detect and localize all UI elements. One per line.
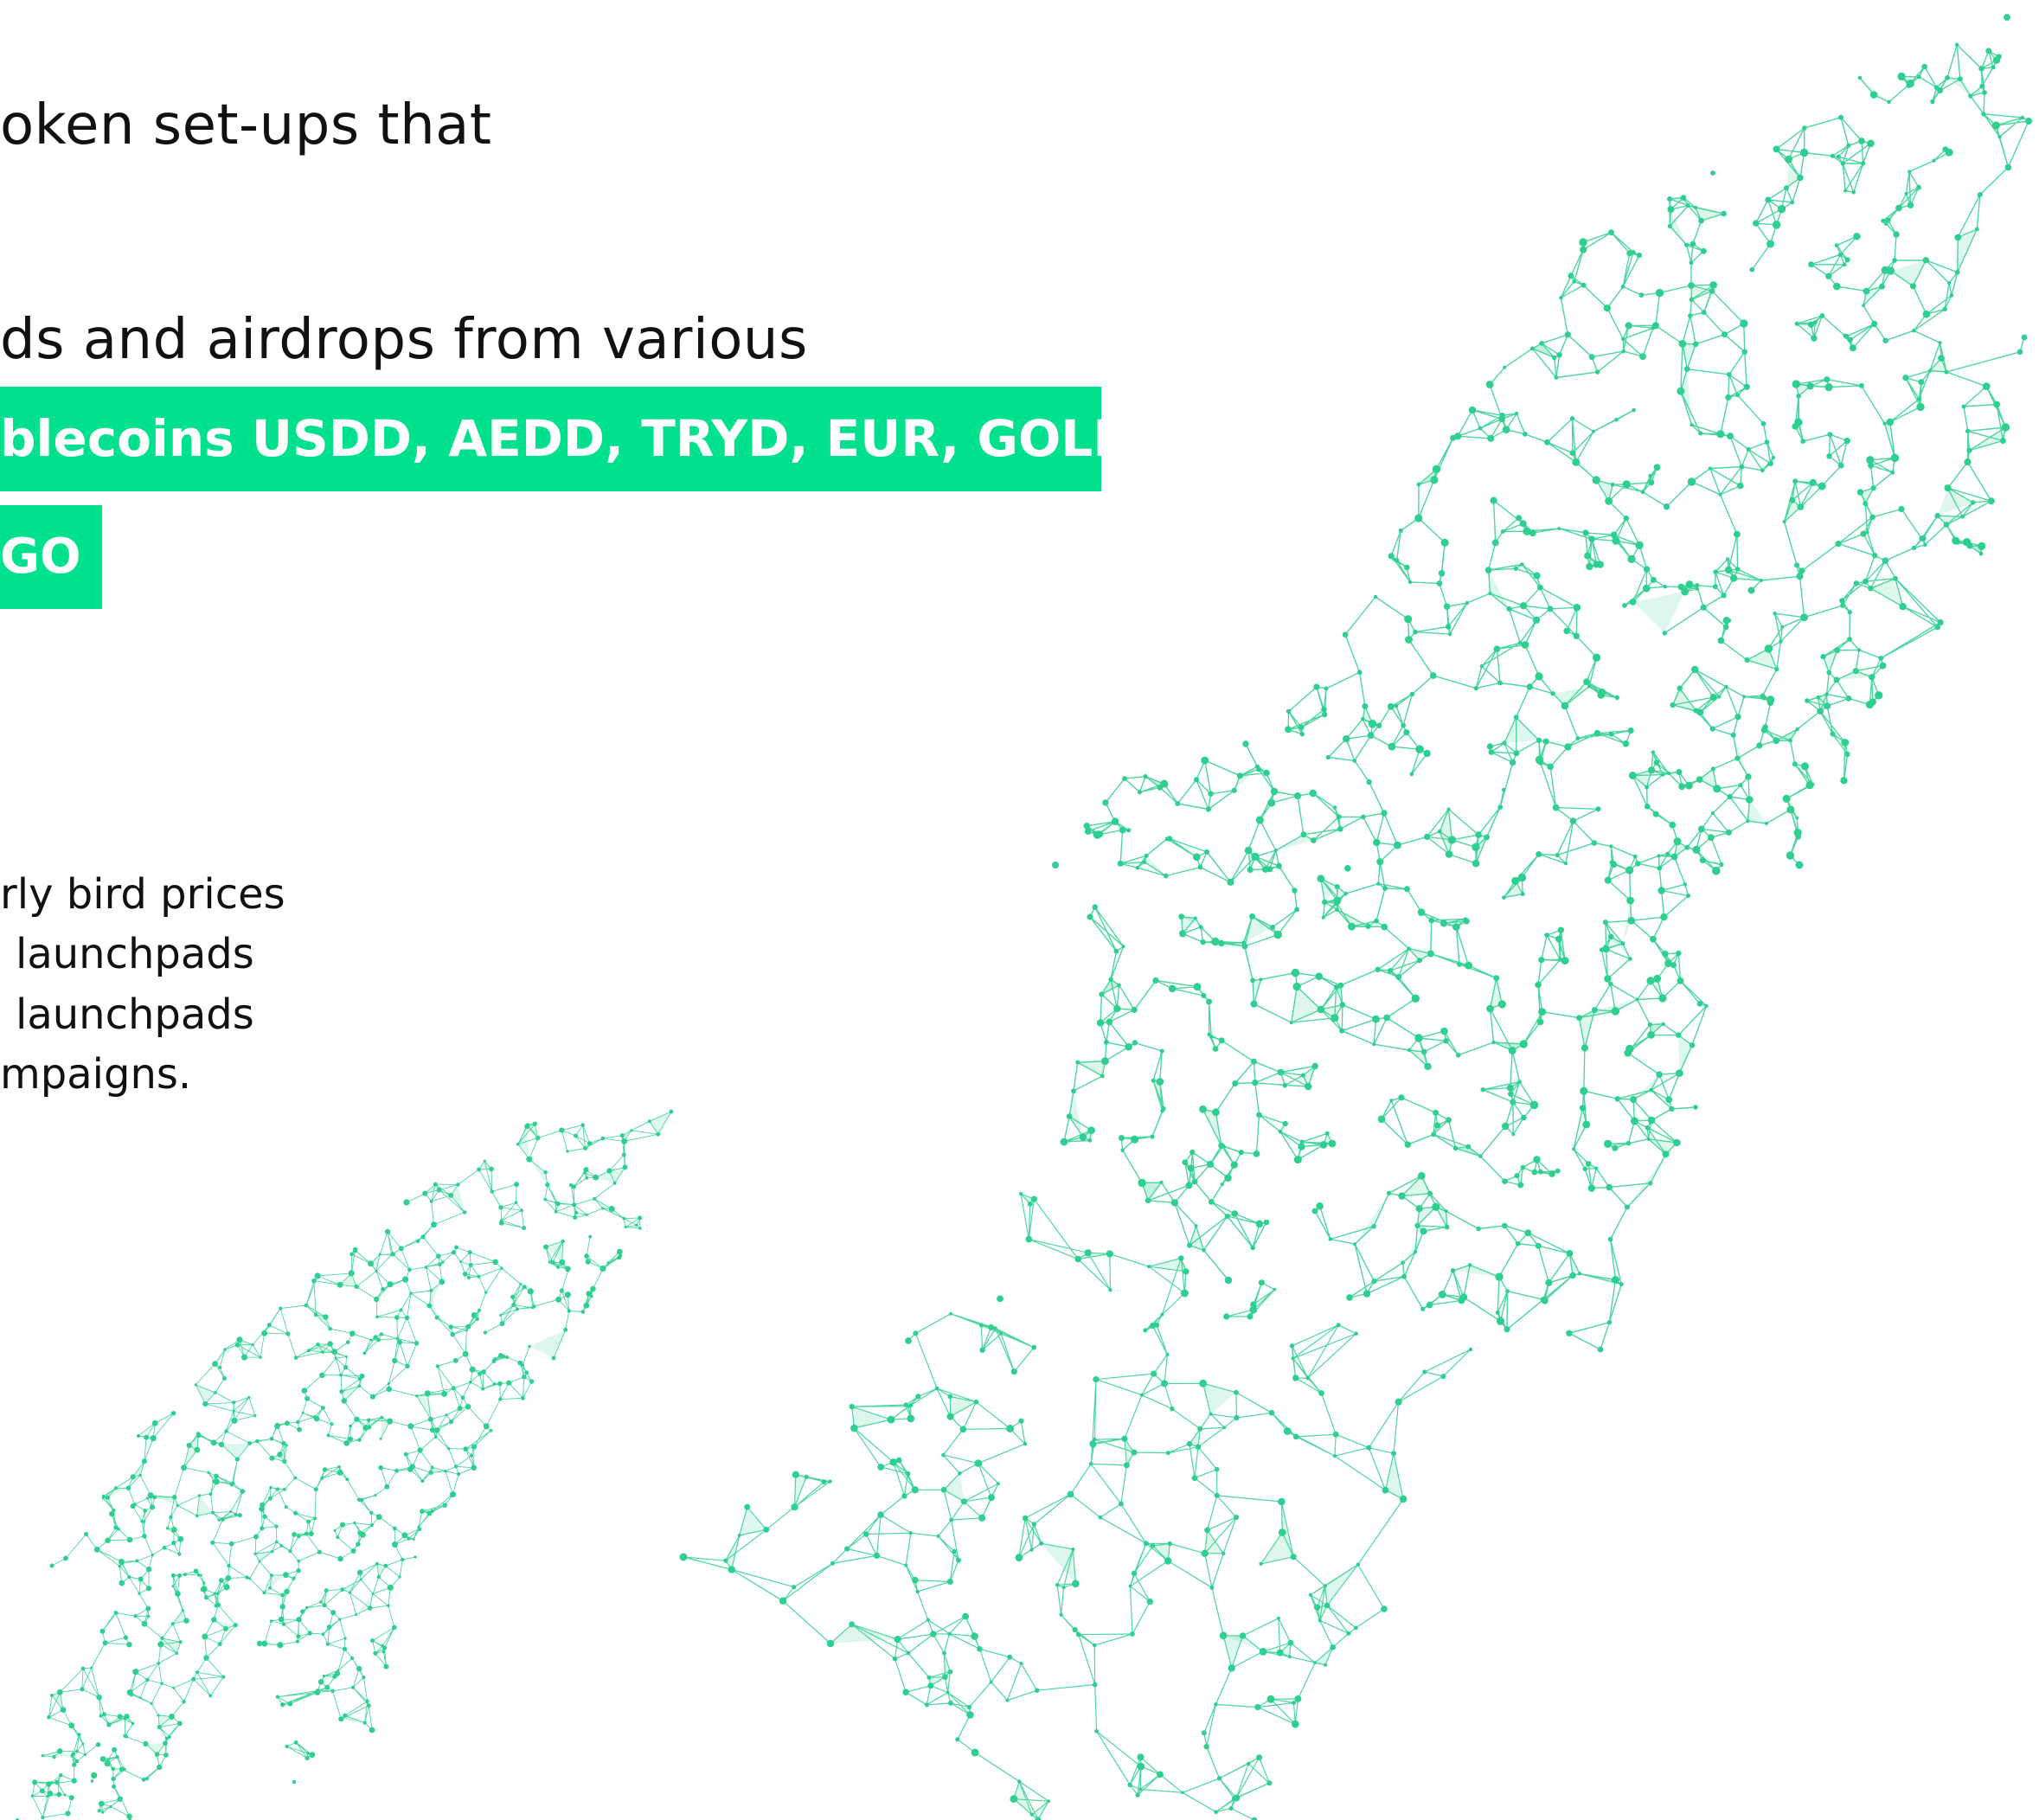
large-rocket-icon: [679, 14, 2032, 1820]
illustration-layer: [16, 14, 2032, 1820]
small-rocket-icon: [16, 1109, 674, 1820]
